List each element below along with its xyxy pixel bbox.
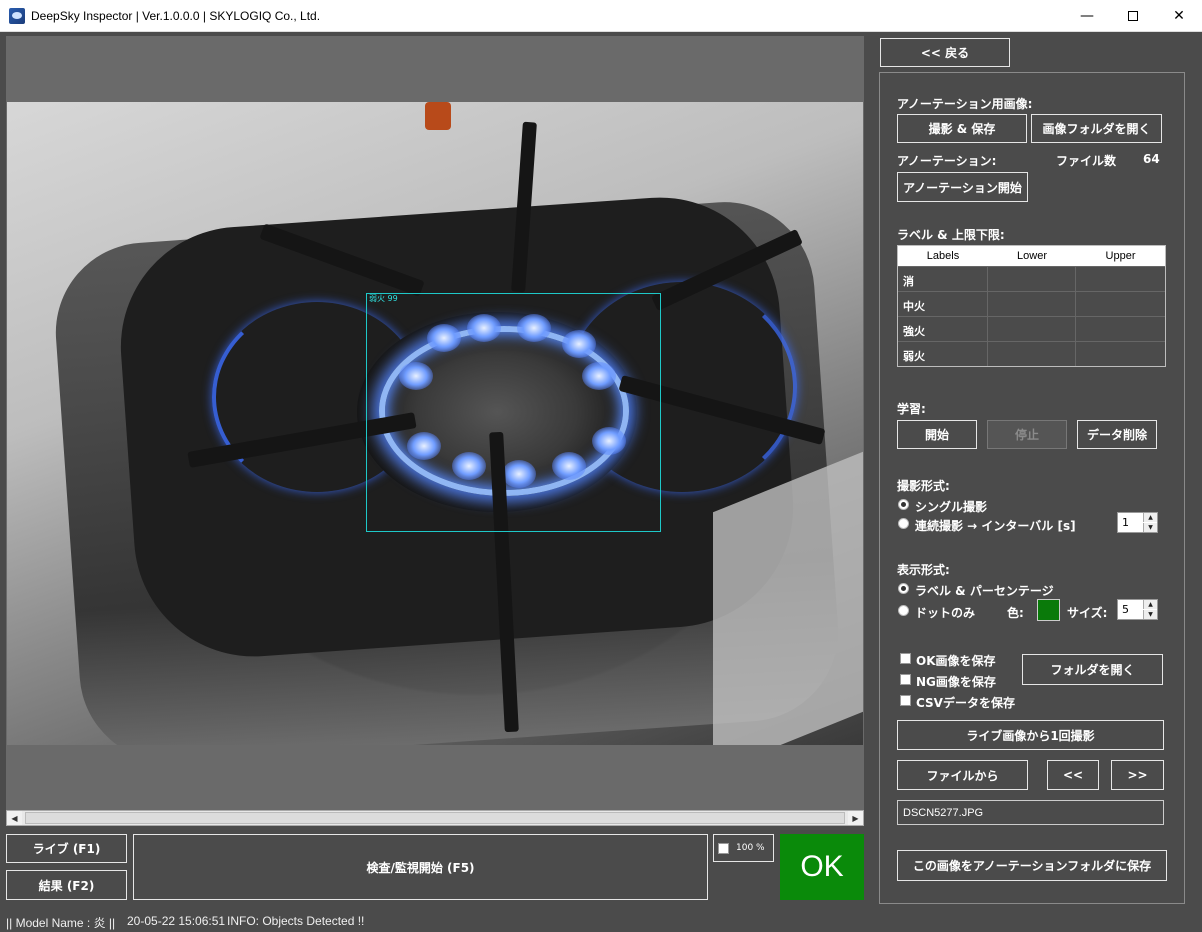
filename-field[interactable]: DSCN5277.JPG <box>897 800 1164 825</box>
size-stepper[interactable]: 5 ▲ ▼ <box>1117 599 1158 620</box>
size-value: 5 <box>1122 603 1129 616</box>
stepper-down-icon[interactable]: ▼ <box>1143 610 1157 619</box>
display-mode-label: 表示形式: <box>897 563 950 577</box>
zoom-control[interactable]: 100 % <box>713 834 774 862</box>
table-header-lower: Lower <box>1017 250 1047 262</box>
size-label: サイズ: <box>1067 606 1108 620</box>
dots-only-radio[interactable] <box>898 605 909 616</box>
learning-label: 学習: <box>897 402 926 416</box>
status-bar: || Model Name : 炎 || 20-05-22 15:06:51 I… <box>0 910 1202 932</box>
close-button[interactable]: ✕ <box>1156 0 1202 32</box>
from-file-button[interactable]: ファイルから <box>897 760 1028 790</box>
interval-stepper[interactable]: 1 ▲ ▼ <box>1117 512 1158 533</box>
table-row[interactable]: 中火 <box>898 291 1165 316</box>
table-header-upper: Upper <box>1105 250 1136 262</box>
detection-box: 弱火 99 <box>366 293 661 532</box>
label-percentage-radio[interactable] <box>898 583 909 594</box>
maximize-button[interactable] <box>1110 0 1156 32</box>
single-capture-radio[interactable] <box>898 499 909 510</box>
app-logo-icon <box>9 8 25 24</box>
zoom-checkbox[interactable] <box>718 843 729 854</box>
table-cell-label: 消 <box>903 275 914 288</box>
save-ng-label: NG画像を保存 <box>916 675 996 689</box>
learning-stop-button[interactable]: 停止 <box>987 420 1067 449</box>
file-count-value: 64 <box>1143 152 1160 166</box>
scroll-left-icon[interactable]: ◀ <box>7 811 22 825</box>
result-button[interactable]: 結果 (F2) <box>6 870 127 900</box>
capture-once-button[interactable]: ライブ画像から1回撮影 <box>897 720 1164 750</box>
dot-color-swatch[interactable] <box>1037 599 1060 621</box>
delete-data-button[interactable]: データ削除 <box>1077 420 1157 449</box>
save-csv-checkbox[interactable] <box>900 695 911 706</box>
scrollbar-thumb[interactable] <box>25 812 845 824</box>
color-label: 色: <box>1007 606 1024 620</box>
status-info: INFO: Objects Detected !! <box>227 914 365 928</box>
annotation-images-label: アノーテーション用画像: <box>897 97 1033 111</box>
start-annotation-button[interactable]: アノーテーション開始 <box>897 172 1028 202</box>
labels-table[interactable]: Labels Lower Upper 消 中火 強火 弱火 <box>897 245 1166 367</box>
stepper-up-icon[interactable]: ▲ <box>1143 600 1157 609</box>
minimize-button[interactable]: — <box>1064 0 1110 32</box>
dots-only-label: ドットのみ <box>915 606 976 620</box>
save-ok-label: OK画像を保存 <box>916 654 996 668</box>
maximize-icon <box>1128 11 1138 21</box>
scroll-right-icon[interactable]: ▶ <box>848 811 863 825</box>
table-cell-label: 中火 <box>903 300 925 313</box>
learning-start-button[interactable]: 開始 <box>897 420 977 449</box>
prev-image-button[interactable]: << <box>1047 760 1099 790</box>
annotation-label: アノーテーション: <box>897 154 997 168</box>
live-button[interactable]: ライブ (F1) <box>6 834 127 863</box>
continuous-capture-radio[interactable] <box>898 518 909 529</box>
open-folder-button[interactable]: フォルダを開く <box>1022 654 1163 685</box>
single-capture-label: シングル撮影 <box>915 500 988 514</box>
file-count-label: ファイル数 <box>1056 154 1117 168</box>
save-csv-label: CSVデータを保存 <box>916 696 1015 710</box>
stepper-down-icon[interactable]: ▼ <box>1143 523 1157 532</box>
save-ng-checkbox[interactable] <box>900 674 911 685</box>
inspect-start-button[interactable]: 検査/監視開始 (F5) <box>133 834 708 900</box>
save-to-annotation-folder-button[interactable]: この画像をアノーテーションフォルダに保存 <box>897 850 1167 881</box>
label-percentage-label: ラベル & パーセンテージ <box>915 584 1054 598</box>
stepper-up-icon[interactable]: ▲ <box>1143 513 1157 522</box>
zoom-label: 100 % <box>736 843 765 853</box>
back-button[interactable]: << 戻る <box>880 38 1010 67</box>
save-ok-checkbox[interactable] <box>900 653 911 664</box>
labels-limits-label: ラベル & 上限下限: <box>897 228 1005 242</box>
table-header-labels: Labels <box>926 250 960 262</box>
table-row[interactable]: 消 <box>898 266 1165 291</box>
horizontal-scrollbar[interactable]: ◀ ▶ <box>6 810 864 826</box>
interval-value: 1 <box>1122 516 1129 529</box>
status-model: || Model Name : 炎 || <box>6 916 116 930</box>
result-badge: OK <box>780 834 864 900</box>
title-bar: DeepSky Inspector | Ver.1.0.0.0 | SKYLOG… <box>0 0 1202 32</box>
image-viewer[interactable]: 弱火 99 <box>6 36 864 810</box>
next-image-button[interactable]: >> <box>1111 760 1164 790</box>
table-row[interactable]: 弱火 <box>898 341 1165 366</box>
table-cell-label: 弱火 <box>903 350 925 363</box>
status-timestamp: 20-05-22 15:06:51 <box>127 914 226 928</box>
open-image-folder-button[interactable]: 画像フォルダを開く <box>1031 114 1162 143</box>
table-row[interactable]: 強火 <box>898 316 1165 341</box>
camera-image: 弱火 99 <box>7 102 863 745</box>
capture-save-button[interactable]: 撮影 & 保存 <box>897 114 1027 143</box>
detection-label: 弱火 99 <box>369 294 398 303</box>
window-title: DeepSky Inspector | Ver.1.0.0.0 | SKYLOG… <box>31 9 321 23</box>
continuous-capture-label: 連続撮影 → インターバル [s] <box>915 519 1076 533</box>
table-header: Labels Lower Upper <box>898 246 1165 266</box>
table-cell-label: 強火 <box>903 325 925 338</box>
capture-mode-label: 撮影形式: <box>897 479 950 493</box>
